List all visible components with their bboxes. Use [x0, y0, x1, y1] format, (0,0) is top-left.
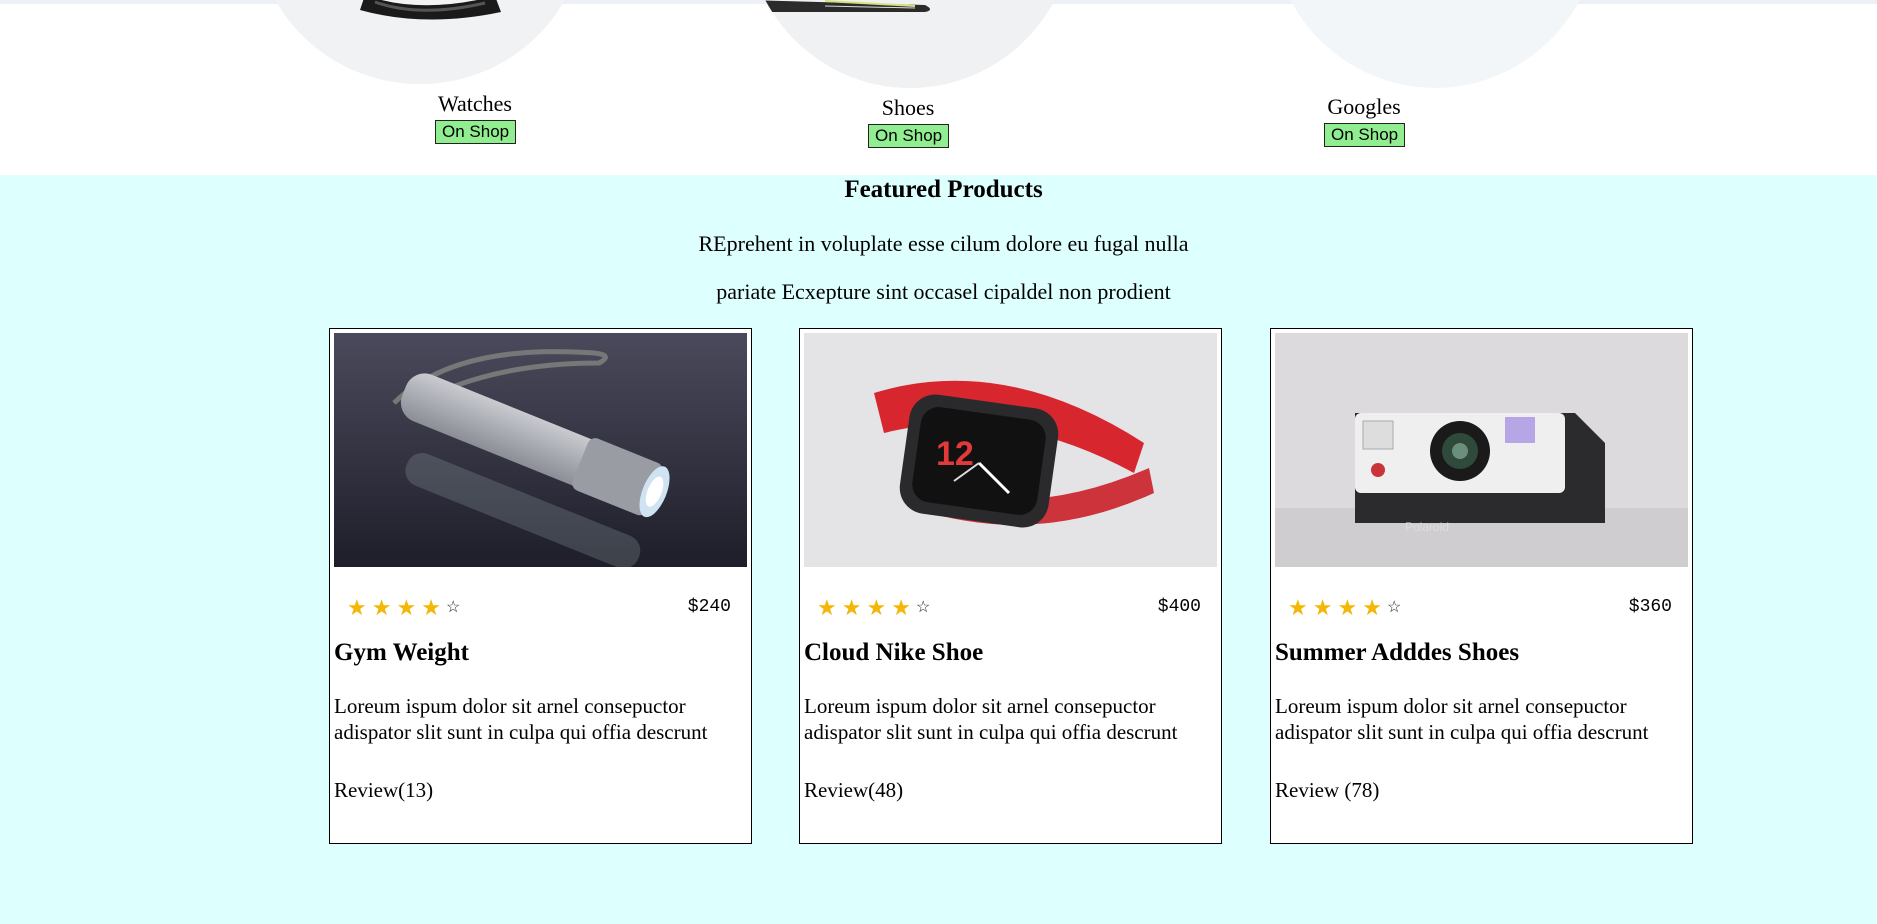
product-review-count[interactable]: Review (78) [1275, 778, 1379, 803]
star-icon: ★ [891, 595, 911, 620]
on-shop-button[interactable]: On Shop [435, 120, 517, 144]
product-description: Loreum ispum dolor sit arnel consepuctor… [1275, 694, 1649, 744]
product-review-count[interactable]: Review(13) [334, 778, 433, 803]
featured-section: Featured Products REprehent in voluplate… [0, 175, 1877, 924]
product-description: Loreum ispum dolor sit arnel consepuctor… [804, 694, 1178, 744]
svg-text:Polaroid: Polaroid [1405, 520, 1449, 534]
product-image-flashlight[interactable] [334, 333, 747, 567]
googles-image[interactable] [1270, 0, 1600, 88]
product-review-count[interactable]: Review(48) [804, 778, 903, 803]
product-image-camera[interactable]: Polaroid [1275, 333, 1688, 567]
product-description: Loreum ispum dolor sit arnel consepuctor… [334, 694, 708, 744]
product-price: $240 [687, 597, 731, 617]
star-icon: ★ [396, 595, 417, 620]
rating-stars: ★ ★ ★ ★ ☆ [1288, 597, 1401, 619]
product-image-watch[interactable]: 12 [804, 333, 1217, 567]
on-shop-button[interactable]: On Shop [1324, 123, 1406, 147]
category-name: Watches [438, 91, 512, 116]
rating-stars: ★ ★ ★ ★ ☆ [817, 597, 930, 619]
on-shop-button[interactable]: On Shop [868, 124, 950, 148]
product-card[interactable]: Polaroid ★ ★ ★ ★ ☆ $360 Summer Adddes Sh… [1270, 328, 1693, 844]
star-icon: ★ [817, 595, 837, 620]
product-price: $400 [1157, 597, 1201, 617]
product-title[interactable]: Summer Adddes Shoes [1275, 639, 1519, 667]
category-name: Googles [1327, 94, 1401, 119]
star-icon: ★ [347, 595, 367, 620]
star-icon: ★ [1337, 595, 1358, 620]
svg-text:12: 12 [936, 435, 974, 473]
star-outline-icon: ☆ [1386, 599, 1402, 616]
star-outline-icon: ☆ [445, 599, 461, 616]
watches-image[interactable] [255, 0, 585, 84]
star-icon: ★ [1312, 595, 1333, 620]
star-icon: ★ [841, 595, 862, 620]
star-icon: ★ [866, 595, 887, 620]
star-outline-icon: ☆ [915, 599, 931, 616]
rating-stars: ★ ★ ★ ★ ☆ [347, 597, 460, 619]
product-card[interactable]: 12 ★ ★ ★ ★ ☆ $400 Cloud Nike Shoe Loreum… [799, 328, 1222, 844]
product-card[interactable]: ★ ★ ★ ★ ☆ $240 Gym Weight Loreum ispum d… [329, 328, 752, 844]
star-icon: ★ [1288, 595, 1308, 620]
product-title[interactable]: Cloud Nike Shoe [804, 639, 983, 667]
star-icon: ★ [371, 595, 392, 620]
section-subtitle: REprehent in voluplate esse cilum dolore… [698, 231, 1189, 256]
section-title: Featured Products [844, 176, 1043, 203]
product-price: $360 [1628, 597, 1672, 617]
star-icon: ★ [1362, 595, 1382, 620]
section-subtitle: pariate Ecxepture sint occasel cipaldel … [716, 279, 1171, 304]
star-icon: ★ [421, 595, 441, 620]
shoes-image[interactable] [745, 0, 1075, 88]
category-name: Shoes [881, 95, 935, 120]
product-title[interactable]: Gym Weight [334, 639, 469, 667]
